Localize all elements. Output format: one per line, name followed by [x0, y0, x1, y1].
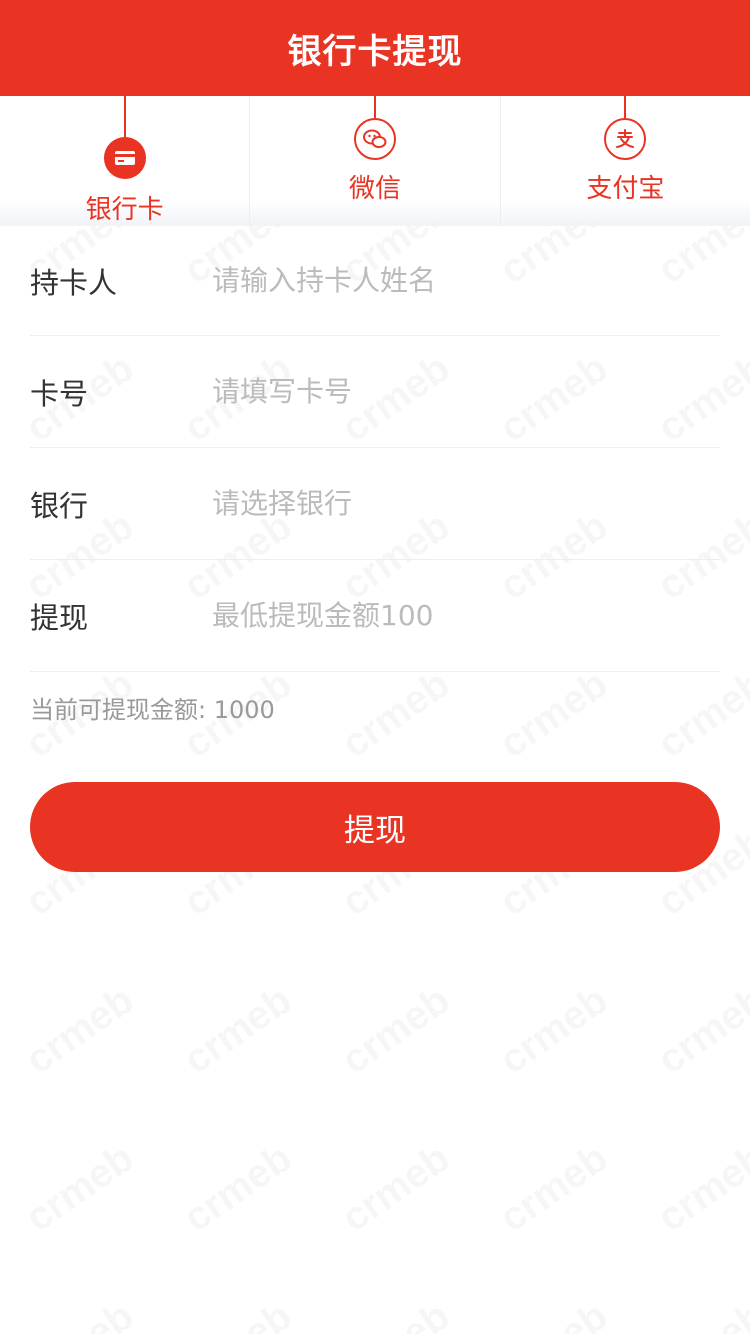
withdraw-submit-button[interactable]: 提现 [30, 782, 720, 872]
bank-card-icon [103, 137, 146, 179]
tab-bank-card[interactable]: 银行卡 [0, 96, 251, 226]
watermark-text: crmeb [18, 1136, 142, 1242]
cardholder-input[interactable] [212, 264, 720, 297]
card-number-row: 卡号 [30, 336, 720, 448]
bank-row[interactable]: 银行 [30, 448, 720, 560]
watermark-text: crmeb [18, 1294, 142, 1334]
tab-label-bank-card: 银行卡 [85, 195, 164, 225]
tab-indicator-line [624, 96, 627, 118]
alipay-icon [604, 118, 647, 160]
watermark-text: crmeb [334, 662, 458, 768]
watermark-text: crmeb [334, 1294, 458, 1334]
withdraw-form: 持卡人 卡号 银行 提现 [30, 226, 720, 672]
card-number-input[interactable] [212, 375, 720, 408]
wechat-icon [353, 118, 396, 160]
watermark-text: crmeb [492, 978, 616, 1084]
card-number-label: 卡号 [30, 376, 89, 411]
watermark-text: crmeb [492, 662, 616, 768]
watermark-text: crmeb [334, 978, 458, 1084]
amount-row: 提现 [30, 560, 720, 672]
tab-indicator-line [373, 96, 376, 118]
watermark-text: crmeb [334, 1136, 458, 1242]
watermark-text: crmeb [176, 978, 300, 1084]
bank-label: 银行 [30, 488, 89, 523]
watermark-text: crmeb [650, 1136, 750, 1242]
withdraw-method-tabs: 银行卡 微信 支付宝 [0, 96, 750, 226]
tab-label-alipay: 支付宝 [586, 174, 665, 204]
tab-wechat[interactable]: 微信 [250, 96, 501, 226]
watermark-text: crmeb [18, 978, 142, 1084]
watermark-text: crmeb [650, 662, 750, 768]
tab-alipay[interactable]: 支付宝 [501, 96, 750, 226]
watermark-text: crmeb [176, 1294, 300, 1334]
amount-input[interactable] [212, 599, 720, 632]
bank-select[interactable] [212, 487, 720, 520]
page-title: 银行卡提现 [287, 31, 463, 72]
available-balance-text: 当前可提现金额: 1000 [30, 696, 275, 724]
watermark-text: crmeb [176, 1136, 300, 1242]
tab-indicator-line [123, 96, 126, 138]
watermark-text: crmeb [650, 978, 750, 1084]
tab-label-wechat: 微信 [348, 174, 401, 204]
page-header: 银行卡提现 [0, 0, 750, 96]
watermark-text: crmeb [492, 1136, 616, 1242]
amount-label: 提现 [30, 600, 89, 635]
watermark-text: crmeb [492, 1294, 616, 1334]
cardholder-label: 持卡人 [30, 265, 118, 300]
cardholder-row: 持卡人 [30, 226, 720, 336]
watermark-text: crmeb [650, 1294, 750, 1334]
